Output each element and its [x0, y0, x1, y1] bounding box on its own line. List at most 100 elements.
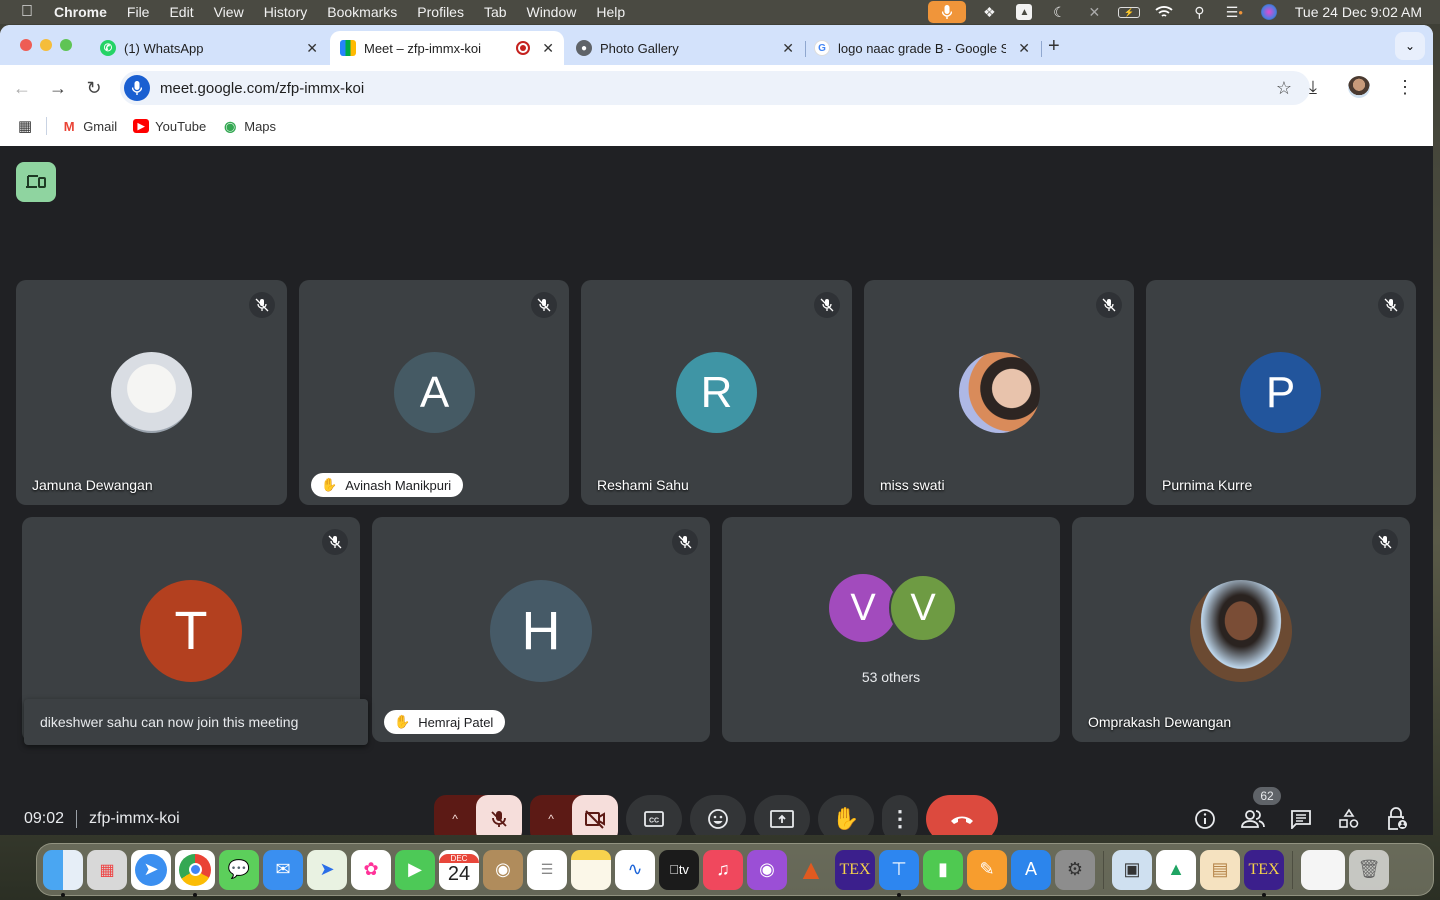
dock-freeform-icon[interactable]: ∿	[615, 849, 655, 890]
dock-keynote-icon[interactable]: ⊤	[879, 849, 919, 897]
dock-notes-icon[interactable]	[571, 849, 611, 890]
dock-calendar-icon[interactable]: DEC 24	[439, 849, 479, 890]
menu-file[interactable]: File	[117, 4, 160, 20]
video-options-chevron-icon[interactable]: ^	[530, 812, 572, 826]
companion-mode-button[interactable]	[16, 162, 56, 202]
close-tab-icon[interactable]: ✕	[542, 40, 554, 57]
reactions-button[interactable]	[690, 795, 746, 835]
siri-icon[interactable]	[1252, 0, 1287, 24]
mic-toggle-button[interactable]	[476, 795, 522, 835]
dock-app-store-icon[interactable]: A	[1011, 849, 1051, 890]
bookmark-gmail[interactable]: M Gmail	[61, 119, 117, 134]
captions-button[interactable]: CC	[626, 795, 682, 835]
participant-tile[interactable]: Omprakash Dewangan	[1072, 517, 1410, 742]
microphone-in-use-icon[interactable]	[927, 1, 966, 23]
dock-tv-icon[interactable]: tv	[659, 849, 699, 890]
url-text[interactable]: meet.google.com/zfp-immx-koi	[160, 80, 364, 97]
audio-options-chevron-icon[interactable]: ^	[434, 812, 476, 826]
chat-button[interactable]	[1277, 798, 1325, 835]
dock-maps-icon[interactable]: ➤	[307, 849, 347, 890]
menubar-clock[interactable]: Tue 24 Dec 9:02 AM	[1295, 4, 1422, 20]
others-tile[interactable]: V V 53 others	[722, 517, 1060, 742]
forward-button[interactable]: →	[40, 78, 76, 99]
address-bar[interactable]: meet.google.com/zfp-immx-koi ☆	[120, 71, 1310, 105]
tab-google-search[interactable]: G logo naac grade B - Google S ✕	[806, 31, 1042, 65]
more-options-button[interactable]: ⋮	[882, 795, 918, 835]
tab-whatsapp[interactable]: ✆ (1) WhatsApp ✕	[92, 31, 328, 65]
control-center-icon[interactable]: ☰ ●	[1217, 0, 1252, 24]
menu-window[interactable]: Window	[517, 4, 587, 20]
participant-tile[interactable]: R Reshami Sahu	[581, 280, 852, 505]
menu-chrome[interactable]: Chrome	[54, 4, 117, 20]
participant-tile[interactable]: Jamuna Dewangan	[16, 280, 287, 505]
dock-matlab-icon[interactable]: ▲	[791, 850, 831, 890]
dock-photos-icon[interactable]: ✿	[351, 849, 391, 890]
raise-hand-button[interactable]: ✋	[818, 795, 874, 835]
bluetooth-off-icon[interactable]: ✕	[1077, 0, 1112, 24]
activities-button[interactable]	[1325, 798, 1373, 835]
menu-edit[interactable]: Edit	[159, 4, 203, 20]
site-microphone-icon[interactable]	[124, 75, 150, 101]
leave-call-button[interactable]	[926, 795, 998, 835]
dock-podcasts-icon[interactable]: ◉	[747, 849, 787, 890]
meeting-details-button[interactable]	[1181, 798, 1229, 835]
participant-tile[interactable]: P Purnima Kurre	[1146, 280, 1416, 505]
dock-system-settings-icon[interactable]: ⚙	[1055, 849, 1095, 890]
bookmark-maps[interactable]: ◉ Maps	[222, 118, 276, 134]
reload-button[interactable]: ↻	[76, 78, 112, 99]
dock-messages-icon[interactable]: 💬	[219, 849, 259, 890]
apps-grid-icon[interactable]: ▦	[18, 117, 32, 135]
dock-facetime-icon[interactable]: ▶	[395, 849, 435, 890]
menu-tab[interactable]: Tab	[474, 4, 517, 20]
menu-help[interactable]: Help	[586, 4, 635, 20]
chrome-menu-icon[interactable]: ⋮	[1391, 73, 1419, 101]
new-tab-button[interactable]: +	[1048, 35, 1060, 58]
dock-texshop-running-icon[interactable]: TEX	[1244, 849, 1284, 897]
profile-avatar[interactable]	[1345, 73, 1373, 101]
download-icon[interactable]: ⤓	[1299, 73, 1327, 101]
people-button[interactable]	[1229, 798, 1277, 835]
participant-tile[interactable]: H ✋ Hemraj Patel	[372, 517, 710, 742]
dock-numbers-icon[interactable]: ▮	[923, 849, 963, 890]
close-tab-icon[interactable]: ✕	[306, 40, 318, 57]
dock-pages-icon[interactable]: ✎	[967, 849, 1007, 890]
dock-mail-icon[interactable]: ✉	[263, 849, 303, 890]
close-tab-icon[interactable]: ✕	[1018, 40, 1030, 57]
menu-view[interactable]: View	[204, 4, 254, 20]
dock-texshop-icon[interactable]: TEX	[835, 849, 875, 890]
present-screen-button[interactable]	[754, 795, 810, 835]
tab-search-chevron-icon[interactable]: ⌄	[1395, 32, 1425, 60]
dropbox-icon[interactable]: ❖	[972, 0, 1007, 24]
dock-contacts-icon[interactable]: ◉	[483, 849, 523, 890]
dock-reminders-icon[interactable]: ☰	[527, 849, 567, 890]
dock-launchpad-icon[interactable]: ▦	[87, 849, 127, 890]
dock-finder-icon[interactable]	[43, 849, 83, 897]
dock-preview-icon[interactable]: ▣	[1112, 849, 1152, 890]
dock-archive-utility-icon[interactable]: ▤	[1200, 849, 1240, 890]
bookmark-youtube[interactable]: ▶ YouTube	[133, 119, 206, 134]
close-tab-icon[interactable]: ✕	[782, 40, 794, 57]
menu-history[interactable]: History	[254, 4, 318, 20]
tab-meet[interactable]: Meet – zfp-immx-koi ✕	[330, 31, 564, 65]
spotlight-search-icon[interactable]: ⚲	[1182, 0, 1217, 24]
dock-trash-icon[interactable]: 🗑	[1349, 849, 1389, 890]
maximize-window-button[interactable]	[60, 39, 72, 51]
moon-focus-icon[interactable]: ☾	[1042, 0, 1077, 24]
host-controls-button[interactable]	[1373, 798, 1421, 835]
camera-toggle-button[interactable]	[572, 795, 618, 835]
bookmark-star-icon[interactable]: ☆	[1276, 78, 1292, 99]
google-drive-icon[interactable]: ▲	[1007, 0, 1042, 24]
minimize-window-button[interactable]	[40, 39, 52, 51]
close-window-button[interactable]	[20, 39, 32, 51]
participant-tile[interactable]: miss swati	[864, 280, 1134, 505]
tab-photo-gallery[interactable]: ● Photo Gallery ✕	[568, 31, 806, 65]
dock-minimized-window-icon[interactable]	[1301, 849, 1345, 890]
dock-safari-icon[interactable]: ➤	[131, 849, 171, 890]
wifi-icon[interactable]	[1147, 0, 1182, 24]
back-button[interactable]: ←	[4, 78, 40, 99]
menu-bookmarks[interactable]: Bookmarks	[317, 4, 407, 20]
dock-chrome-icon[interactable]	[175, 849, 215, 897]
dock-google-drive-icon[interactable]: ▲	[1156, 849, 1196, 890]
apple-menu-icon[interactable]: 	[0, 3, 54, 21]
menu-profiles[interactable]: Profiles	[407, 4, 474, 20]
